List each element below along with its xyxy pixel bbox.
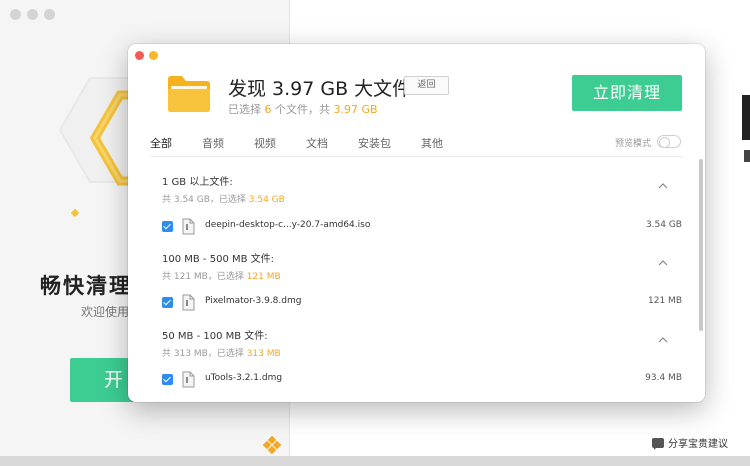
list-scrollbar[interactable] (699, 159, 703, 331)
file-icon (182, 294, 195, 311)
file-checkbox[interactable] (162, 297, 173, 308)
tabs-divider (150, 156, 683, 157)
category-tabs: 全部 音频 视频 文档 安装包 其他 (150, 135, 473, 151)
feedback-label: 分享宝贵建议 (668, 439, 728, 450)
file-group: 100 MB - 500 MB 文件: 共 121 MB，已选择 121 MB (162, 250, 682, 282)
large-files-dialog: 发现 3.97 GB 大文件 返回 已选择 6 个文件，共 3.97 GB 立即… (128, 44, 705, 402)
background-footer-edge (0, 456, 750, 466)
group-selected: 313 MB (246, 349, 281, 359)
file-size: 3.54 GB (645, 220, 682, 230)
folder-icon (168, 76, 210, 112)
summary-prefix: 已选择 (228, 103, 265, 116)
clean-now-button[interactable]: 立即清理 (572, 75, 682, 111)
file-size: 121 MB (648, 296, 682, 306)
file-icon (182, 218, 195, 235)
minimize-button[interactable] (149, 51, 158, 60)
app-logo-icon (262, 436, 282, 455)
file-group: 50 MB - 100 MB 文件: 共 313 MB，已选择 313 MB (162, 327, 682, 359)
group-summary: 共 3.54 GB，已选择 3.54 GB (162, 192, 682, 205)
tab-other[interactable]: 其他 (421, 135, 443, 151)
chevron-up-icon[interactable] (658, 260, 668, 266)
background-edge-mark (742, 95, 750, 140)
file-row[interactable]: deepin-desktop-c...y-20.7-amd64.iso 3.54… (162, 218, 682, 238)
group-title: 100 MB - 500 MB 文件: (162, 254, 275, 265)
file-size: 93.4 MB (645, 373, 682, 383)
group-total: 共 313 MB，已选择 (162, 349, 247, 359)
background-subtitle: 欢迎使用 (81, 305, 130, 319)
chevron-up-icon[interactable] (658, 183, 668, 189)
file-checkbox[interactable] (162, 374, 173, 385)
tab-installers[interactable]: 安装包 (358, 135, 391, 151)
tab-audio[interactable]: 音频 (202, 135, 224, 151)
file-icon (182, 371, 195, 388)
selection-summary: 已选择 6 个文件，共 3.97 GB (228, 101, 378, 117)
tab-video[interactable]: 视频 (254, 135, 276, 151)
group-total: 共 121 MB，已选择 (162, 272, 247, 282)
group-title: 1 GB 以上文件: (162, 177, 233, 188)
selected-count: 6 (264, 103, 272, 116)
minimize-dot[interactable] (27, 9, 38, 20)
close-button[interactable] (135, 51, 144, 60)
close-dot[interactable] (10, 9, 21, 20)
file-row[interactable]: Pixelmator-3.9.8.dmg 121 MB (162, 294, 682, 314)
group-selected: 121 MB (246, 272, 281, 282)
background-title: 畅快清理 (40, 274, 132, 298)
group-title: 50 MB - 100 MB 文件: (162, 331, 268, 342)
group-summary: 共 121 MB，已选择 121 MB (162, 269, 682, 282)
file-checkbox[interactable] (162, 221, 173, 232)
chat-bubble-icon (652, 437, 664, 450)
feedback-link[interactable]: 分享宝贵建议 (652, 435, 728, 450)
group-total: 共 3.54 GB，已选择 (162, 195, 249, 205)
background-window-controls (10, 9, 55, 20)
file-group: 1 GB 以上文件: 共 3.54 GB，已选择 3.54 GB (162, 173, 682, 205)
zoom-dot[interactable] (44, 9, 55, 20)
file-name: uTools-3.2.1.dmg (205, 373, 283, 383)
tab-documents[interactable]: 文档 (306, 135, 328, 151)
preview-mode-toggle[interactable] (657, 135, 681, 148)
preview-mode-label: 预览模式 (615, 139, 652, 149)
selected-size: 3.97 GB (333, 103, 378, 116)
group-selected: 3.54 GB (248, 195, 285, 205)
tab-all[interactable]: 全部 (150, 135, 172, 151)
back-button[interactable]: 返回 (404, 76, 449, 95)
dialog-title: 发现 3.97 GB 大文件 (228, 78, 412, 100)
dialog-window-controls (135, 51, 158, 60)
file-name: Pixelmator-3.9.8.dmg (205, 296, 302, 306)
file-name: deepin-desktop-c...y-20.7-amd64.iso (205, 220, 371, 230)
background-edge-mark (744, 150, 750, 162)
file-row[interactable]: uTools-3.2.1.dmg 93.4 MB (162, 371, 682, 391)
chevron-up-icon[interactable] (658, 337, 668, 343)
group-summary: 共 313 MB，已选择 313 MB (162, 346, 682, 359)
summary-middle: 个文件，共 (271, 103, 334, 116)
